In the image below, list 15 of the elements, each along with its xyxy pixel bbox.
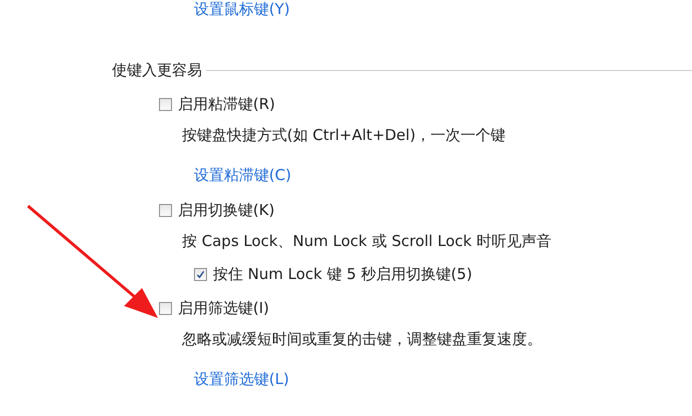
checkbox-label: 启用筛选键(I) <box>178 298 270 318</box>
checkbox-label: 启用切换键(K) <box>178 200 275 220</box>
settings-link[interactable]: 设置粘滞键(C) <box>194 166 292 184</box>
description-text: 按键盘快捷方式(如 Ctrl+Alt+Del)，一次一个键 <box>182 126 507 146</box>
settings-link[interactable]: 设置筛选键(L) <box>194 370 290 388</box>
description-text: 忽略或减缓短时间或重复的击键，调整键盘重复速度。 <box>182 330 543 350</box>
checkbox[interactable] <box>159 98 172 110</box>
checkbox-label: 启用粘滞键(R) <box>178 94 276 114</box>
checkbox[interactable] <box>194 268 207 280</box>
description-text: 按 Caps Lock、Num Lock 或 Scroll Lock 时听见声音 <box>182 232 552 252</box>
checkbox-label: 按住 Num Lock 键 5 秒启用切换键(5) <box>213 264 472 284</box>
checkbox[interactable] <box>159 204 172 216</box>
checkbox[interactable] <box>159 302 172 314</box>
settings-link[interactable]: 设置鼠标键(Y) <box>194 0 290 18</box>
section-heading: 使键入更容易 <box>112 60 202 80</box>
